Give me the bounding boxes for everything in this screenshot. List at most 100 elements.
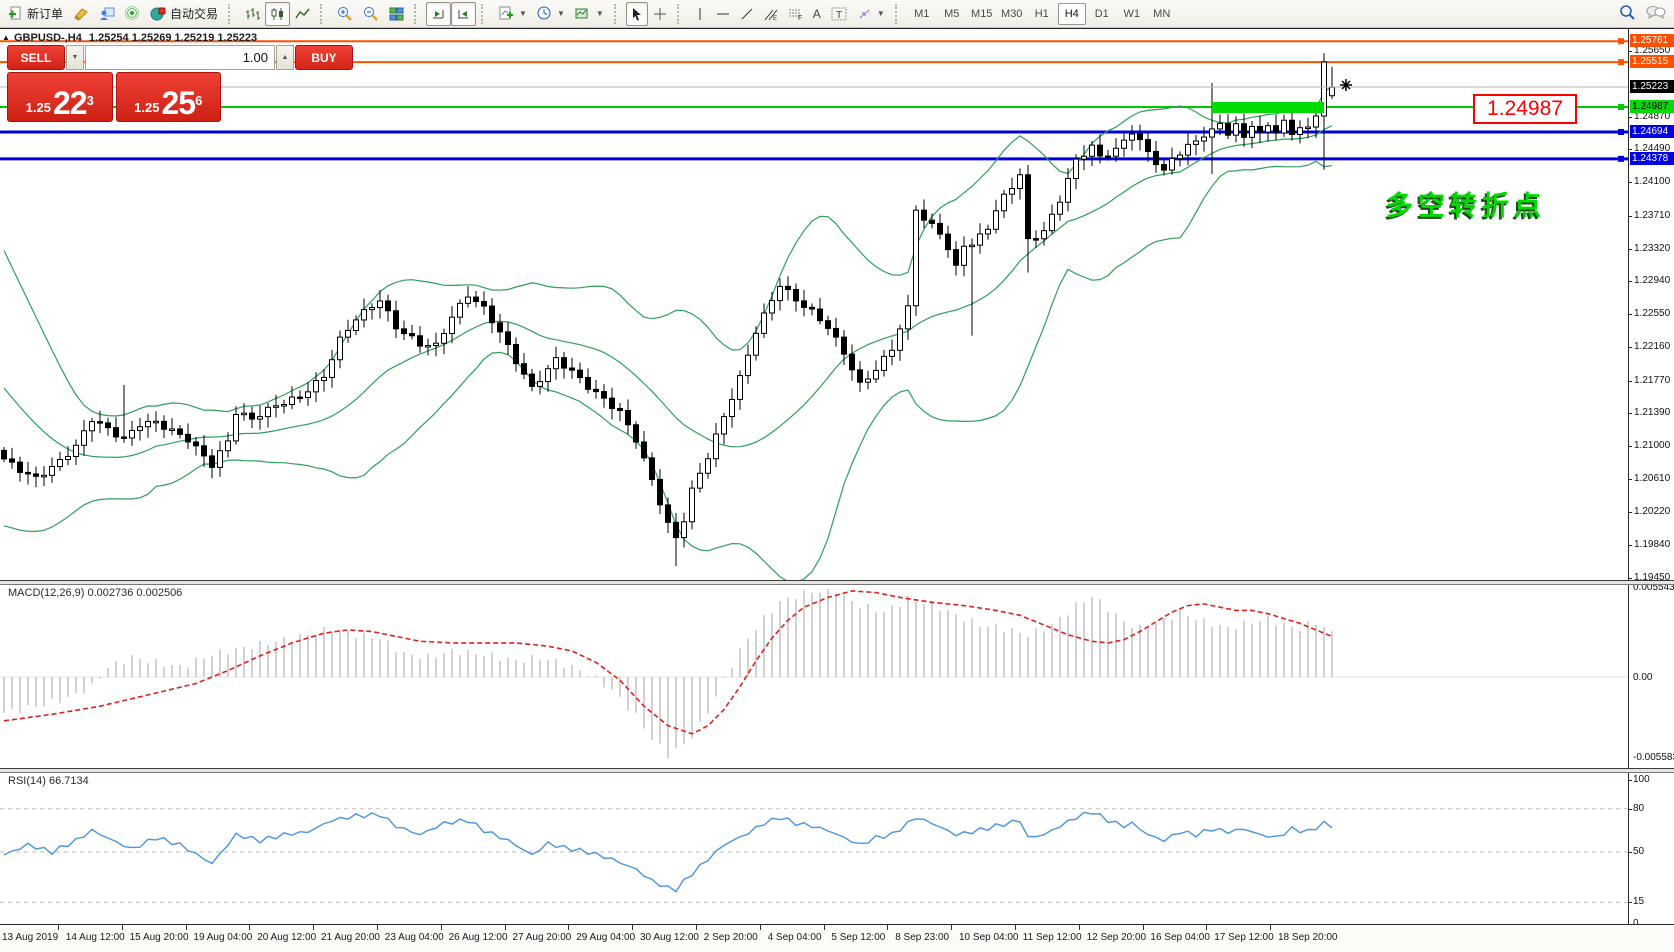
buy-price-button[interactable]: 1.25 25 6: [116, 72, 222, 122]
panel-separator[interactable]: [0, 580, 1674, 585]
price-badge-support: 1.24987: [1630, 100, 1674, 113]
buy-button[interactable]: BUY: [295, 45, 353, 70]
channel-button[interactable]: E: [759, 2, 783, 26]
horizontal-level-line[interactable]: [0, 129, 1628, 135]
time-axis-label: 14 Aug 12:00: [66, 932, 125, 943]
time-axis-label: 30 Aug 12:00: [640, 932, 699, 943]
price-tick-mark: [1628, 413, 1632, 414]
price-chart-panel[interactable]: [0, 29, 1674, 580]
new-order-label: 新订单: [27, 5, 63, 22]
chart-shift-button[interactable]: [451, 2, 476, 26]
bar-chart-button[interactable]: [240, 2, 265, 26]
crosshair-button[interactable]: [648, 2, 672, 26]
timeframe-button-mn[interactable]: MN: [1148, 3, 1176, 25]
toolbar-separator: [481, 4, 488, 24]
time-axis-tick: [824, 925, 825, 930]
price-tick-label: 1.22550: [1634, 308, 1670, 319]
rsi-axis-label: 15: [1633, 896, 1644, 907]
toolbar-separator: [228, 4, 235, 24]
chinese-annotation[interactable]: 多空转折点: [1386, 184, 1546, 223]
cursor-button[interactable]: [626, 2, 648, 26]
time-axis-tick: [1143, 925, 1144, 930]
new-order-button[interactable]: 新订单: [3, 2, 68, 26]
svg-text:F: F: [798, 15, 802, 21]
support-zone-rectangle[interactable]: [1212, 102, 1324, 113]
time-axis-tick: [951, 925, 952, 930]
vertical-line-button[interactable]: [689, 2, 711, 26]
volume-decrease-button[interactable]: ▼: [66, 45, 84, 70]
signal-button[interactable]: [120, 2, 145, 26]
arrows-button[interactable]: ▼: [852, 2, 890, 26]
price-tick-mark: [1628, 117, 1632, 118]
timeframe-button-m1[interactable]: M1: [908, 3, 936, 25]
horizontal-level-line[interactable]: [0, 156, 1628, 162]
price-tick-mark: [1628, 149, 1632, 150]
horizontal-level-line[interactable]: [0, 104, 1628, 110]
price-tick-mark: [1628, 512, 1632, 513]
price-callout-label[interactable]: 1.24987: [1473, 94, 1577, 124]
one-click-trading-panel: SELL ▼ ▲ BUY 1.25 22 3 1.25 25 6: [7, 45, 221, 122]
time-axis-label: 15 Aug 20:00: [130, 932, 189, 943]
time-axis-tick: [632, 925, 633, 930]
autotrading-button[interactable]: 自动交易: [145, 2, 223, 26]
time-axis-tick: [760, 925, 761, 930]
timeframe-button-d1[interactable]: D1: [1088, 3, 1116, 25]
toolbar-separator: [320, 4, 327, 24]
periods-button[interactable]: ▼: [532, 2, 570, 26]
time-axis-tick: [1079, 925, 1080, 930]
time-axis-label: 8 Sep 23:00: [895, 932, 949, 943]
timeframe-button-m30[interactable]: M30: [998, 3, 1026, 25]
tile-windows-button[interactable]: [384, 2, 409, 26]
time-axis-tick: [696, 925, 697, 930]
price-tick-mark: [1628, 545, 1632, 546]
cursor-marker-icon: [1340, 79, 1352, 91]
profiles-icon: [99, 7, 115, 21]
sell-price-button[interactable]: 1.25 22 3: [7, 72, 113, 122]
price-tick-label: 1.23320: [1634, 243, 1670, 254]
zoom-in-button[interactable]: [332, 2, 358, 26]
candle-chart-button[interactable]: [265, 2, 290, 26]
sell-button[interactable]: SELL: [7, 45, 65, 70]
dropdown-caret: ▼: [877, 9, 885, 18]
timeframe-button-m5[interactable]: M5: [938, 3, 966, 25]
auto-scroll-button[interactable]: [426, 2, 451, 26]
text-button[interactable]: A: [808, 2, 826, 26]
timeframe-button-h1[interactable]: H1: [1028, 3, 1056, 25]
time-scale[interactable]: 13 Aug 201914 Aug 12:0015 Aug 20:0019 Au…: [0, 924, 1674, 951]
window-expand-icon[interactable]: ▲: [2, 33, 10, 42]
price-tick-mark: [1628, 281, 1632, 282]
autotrading-icon: [150, 6, 166, 21]
time-axis-label: 10 Sep 04:00: [959, 932, 1019, 943]
timeframe-button-h4[interactable]: H4: [1058, 3, 1086, 25]
volume-input[interactable]: [85, 45, 275, 70]
rsi-tick-mark: [1628, 852, 1632, 853]
price-tick-mark: [1628, 51, 1632, 52]
horizontal-line-button[interactable]: [711, 2, 735, 26]
text-label-button[interactable]: T: [826, 2, 852, 26]
time-axis-label: 18 Sep 20:00: [1278, 932, 1338, 943]
fibonacci-button[interactable]: F: [783, 2, 808, 26]
zoom-out-button[interactable]: [358, 2, 384, 26]
search-icon[interactable]: [1619, 4, 1636, 23]
indicators-button[interactable]: ▼: [493, 2, 532, 26]
volume-increase-button[interactable]: ▲: [276, 45, 294, 70]
time-axis-label: 17 Sep 12:00: [1214, 932, 1274, 943]
chat-icon[interactable]: [1646, 5, 1666, 23]
price-tick-mark: [1628, 578, 1632, 579]
timeframe-button-m15[interactable]: M15: [968, 3, 996, 25]
price-badge-current: 1.25223: [1630, 80, 1674, 93]
price-tick-mark: [1628, 216, 1632, 217]
price-badge-support: 1.24378: [1630, 152, 1674, 165]
rsi-axis-label: 80: [1633, 803, 1644, 814]
time-axis-tick: [58, 925, 59, 930]
time-axis-tick: [505, 925, 506, 930]
panel-separator[interactable]: [0, 768, 1674, 773]
line-chart-button[interactable]: [290, 2, 315, 26]
time-axis-tick: [186, 925, 187, 930]
profiles-button[interactable]: [94, 2, 120, 26]
templates-button[interactable]: ▼: [570, 2, 609, 26]
styles-button[interactable]: [68, 2, 94, 26]
trendline-button[interactable]: [735, 2, 759, 26]
time-axis-label: 29 Aug 04:00: [576, 932, 635, 943]
timeframe-button-w1[interactable]: W1: [1118, 3, 1146, 25]
